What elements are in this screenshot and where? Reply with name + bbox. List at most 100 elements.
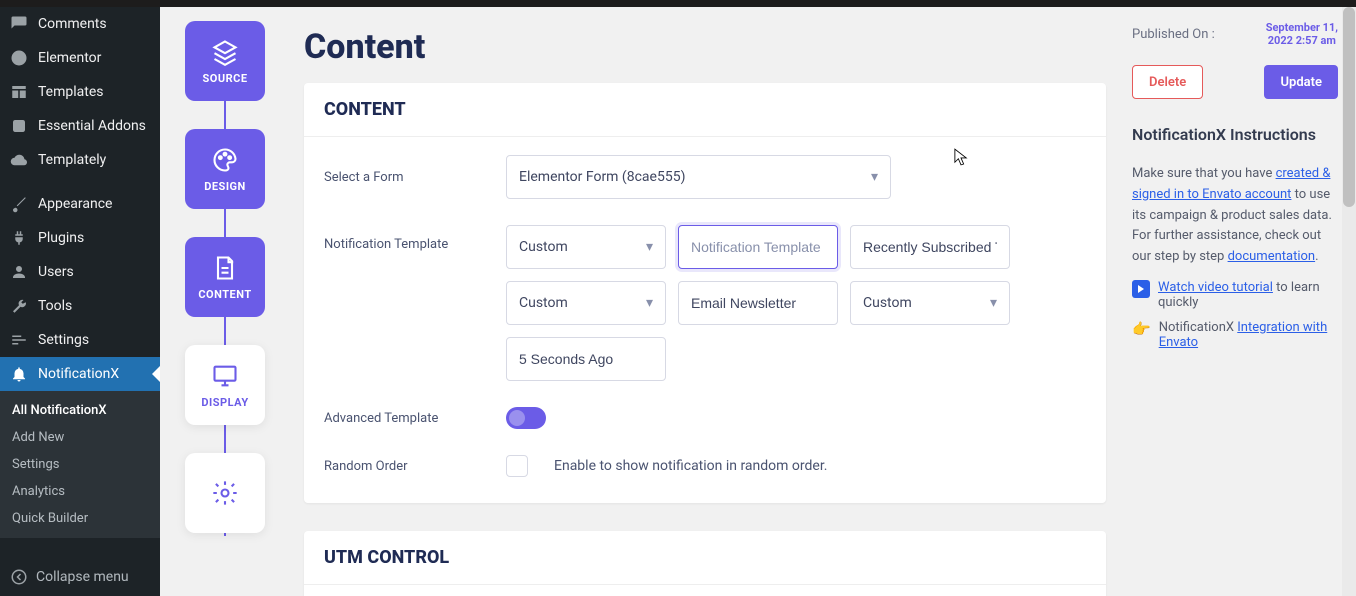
right-rail: Published On : September 11, 2022 2:57 a…	[1124, 7, 1356, 596]
delete-button[interactable]: Delete	[1132, 65, 1203, 99]
step-source[interactable]: SOURCE	[185, 21, 265, 101]
sidebar-item-label: Essential Addons	[38, 118, 146, 134]
step-design[interactable]: DESIGN	[185, 129, 265, 209]
published-row: Published On : September 11, 2022 2:57 a…	[1132, 21, 1338, 47]
watch-row: Watch video tutorial to learn quickly	[1132, 280, 1338, 310]
admin-topbar	[0, 0, 1356, 7]
instructions-heading: NotificationX Instructions	[1132, 125, 1338, 144]
sidebar-item-elementor[interactable]: Elementor	[0, 41, 160, 75]
pointing-hand-icon: 👉	[1132, 320, 1151, 338]
vertical-scrollbar[interactable]	[1342, 7, 1356, 596]
sidebar-item-settings[interactable]: Settings	[0, 323, 160, 357]
form-select-value: Elementor Form (8cae555)	[519, 169, 685, 185]
sidebar-item-label: Users	[38, 264, 74, 280]
random-label: Random Order	[324, 459, 506, 474]
content-panel-heading: CONTENT	[304, 83, 1106, 137]
step-display[interactable]: DISPLAY	[185, 345, 265, 425]
random-help: Enable to show notification in random or…	[554, 458, 827, 474]
comments-icon	[10, 15, 28, 33]
notificationx-submenu: All NotificationX Add New Settings Analy…	[0, 391, 160, 538]
template-input-2-field[interactable]	[863, 239, 997, 255]
gear-icon	[211, 479, 239, 507]
template-select-1[interactable]: Custom ▾	[506, 225, 666, 269]
template-row: Notification Template Custom ▾	[324, 225, 1086, 381]
advanced-label: Advanced Template	[324, 411, 506, 426]
sidebar-item-label: Templately	[38, 152, 106, 168]
utm-panel-heading: UTM CONTROL	[304, 531, 1106, 585]
sidebar-item-appearance[interactable]: Appearance	[0, 187, 160, 221]
form-row: Select a Form Elementor Form (8cae555) ▾	[324, 155, 1086, 199]
template-input-4-field[interactable]	[519, 351, 653, 367]
step-customize[interactable]	[185, 453, 265, 533]
submenu-settings[interactable]: Settings	[0, 451, 160, 478]
published-label: Published On :	[1132, 27, 1215, 42]
ea-icon	[10, 117, 28, 135]
content-panel: CONTENT Select a Form Elementor Form (8c…	[304, 83, 1106, 503]
form-label: Select a Form	[324, 170, 506, 185]
layers-icon	[211, 38, 239, 66]
submenu-analytics[interactable]: Analytics	[0, 478, 160, 505]
watch-video-link[interactable]: Watch video tutorial	[1158, 280, 1273, 295]
monitor-icon	[211, 362, 239, 390]
brush-icon	[10, 195, 28, 213]
rail-buttons: Delete Update	[1132, 65, 1338, 99]
form-select[interactable]: Elementor Form (8cae555) ▾	[506, 155, 891, 199]
sidebar-item-label: Plugins	[38, 230, 84, 246]
sidebar-item-tools[interactable]: Tools	[0, 289, 160, 323]
advanced-toggle[interactable]	[506, 407, 546, 429]
user-icon	[10, 263, 28, 281]
template-input-1[interactable]	[678, 225, 838, 269]
step-label: DISPLAY	[201, 396, 248, 409]
bell-icon	[10, 365, 28, 383]
chevron-down-icon: ▾	[646, 239, 653, 255]
sidebar-item-label: Tools	[38, 298, 72, 314]
sidebar-item-label: Appearance	[38, 196, 112, 212]
template-input-2[interactable]	[850, 225, 1010, 269]
update-button[interactable]: Update	[1264, 65, 1338, 99]
main-content: Content CONTENT Select a Form Elementor …	[290, 7, 1124, 596]
step-label: DESIGN	[204, 180, 246, 193]
plug-icon	[10, 229, 28, 247]
templates-icon	[10, 83, 28, 101]
step-label: SOURCE	[202, 72, 247, 85]
sidebar-item-label: Elementor	[38, 50, 101, 66]
sidebar-item-notificationx[interactable]: NotificationX	[0, 357, 160, 391]
layout: Comments Elementor Templates Essential A…	[0, 7, 1356, 596]
step-content[interactable]: CONTENT	[185, 237, 265, 317]
sidebar-item-essential-addons[interactable]: Essential Addons	[0, 109, 160, 143]
submenu-all-notificationx[interactable]: All NotificationX	[0, 397, 160, 424]
page-title: Content	[304, 27, 1106, 67]
sidebar-item-plugins[interactable]: Plugins	[0, 221, 160, 255]
template-input-4[interactable]	[506, 337, 666, 381]
sidebar-item-users[interactable]: Users	[0, 255, 160, 289]
sidebar-item-label: Comments	[38, 16, 107, 32]
template-select-3[interactable]: Custom ▾	[850, 281, 1010, 325]
wrench-icon	[10, 297, 28, 315]
sidebar-item-comments[interactable]: Comments	[0, 7, 160, 41]
palette-icon	[211, 146, 239, 174]
random-checkbox[interactable]	[506, 455, 528, 477]
template-label: Notification Template	[324, 225, 506, 252]
cloud-icon	[10, 151, 28, 169]
collapse-menu[interactable]: Collapse menu	[0, 558, 160, 596]
scrollbar-thumb[interactable]	[1343, 7, 1355, 207]
advanced-row: Advanced Template	[324, 407, 1086, 429]
admin-sidebar: Comments Elementor Templates Essential A…	[0, 7, 160, 596]
step-label: CONTENT	[198, 288, 251, 301]
collapse-icon	[10, 568, 28, 586]
template-select-2[interactable]: Custom ▾	[506, 281, 666, 325]
chevron-down-icon: ▾	[871, 169, 878, 185]
sidebar-item-templately[interactable]: Templately	[0, 143, 160, 177]
submenu-quick-builder[interactable]: Quick Builder	[0, 505, 160, 532]
template-input-1-field[interactable]	[691, 239, 825, 255]
template-input-3-field[interactable]	[691, 295, 825, 311]
sidebar-item-label: Settings	[38, 332, 89, 348]
submenu-add-new[interactable]: Add New	[0, 424, 160, 451]
template-input-3[interactable]	[678, 281, 838, 325]
instructions-paragraph: Make sure that you have created & signed…	[1132, 164, 1338, 268]
documentation-link[interactable]: documentation	[1228, 249, 1316, 264]
elementor-icon	[10, 49, 28, 67]
sidebar-item-templates[interactable]: Templates	[0, 75, 160, 109]
sidebar-item-label: NotificationX	[38, 366, 119, 382]
sliders-icon	[10, 331, 28, 349]
